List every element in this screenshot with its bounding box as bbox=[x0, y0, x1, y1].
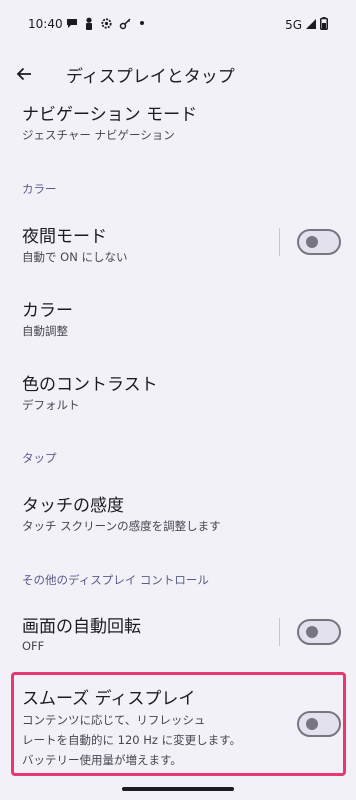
section-header-tap: タップ bbox=[22, 451, 57, 465]
setting-night-mode[interactable]: 夜間モード 自動で ON にしない bbox=[0, 212, 356, 276]
page-title: ディスプレイとタップ bbox=[66, 67, 235, 87]
person-icon bbox=[84, 17, 94, 30]
setting-subtitle: 自動調整 bbox=[22, 324, 68, 338]
switch-thumb bbox=[306, 236, 318, 248]
setting-title: 夜間モード bbox=[22, 227, 107, 247]
switch-thumb bbox=[306, 718, 318, 730]
status-time: 10:40 bbox=[28, 17, 63, 31]
description-line: コンテンツに応じて、リフレッシュ bbox=[22, 713, 206, 727]
setting-touch-sensitivity[interactable]: タッチの感度 タッチ スクリーンの感度を調整します bbox=[0, 481, 356, 537]
setting-subtitle: OFF bbox=[22, 639, 45, 653]
setting-subtitle: タッチ スクリーンの感度を調整します bbox=[22, 519, 221, 533]
night-mode-switch[interactable] bbox=[297, 229, 341, 255]
dot-icon bbox=[138, 19, 146, 27]
setting-description: コンテンツに応じて、リフレッシュ レートを自動的に 120 Hz に変更します。… bbox=[22, 710, 252, 770]
setting-contrast[interactable]: 色のコントラスト デフォルト bbox=[0, 362, 356, 418]
message-icon bbox=[66, 17, 78, 29]
app-bar: ディスプレイとタップ bbox=[0, 50, 356, 98]
smooth-display-switch[interactable] bbox=[297, 711, 341, 737]
signal-icon bbox=[305, 15, 317, 34]
setting-subtitle: ジェスチャー ナビゲーション bbox=[22, 128, 175, 142]
arrow-back-icon bbox=[16, 67, 31, 81]
status-bar: 10:40 5G bbox=[0, 0, 356, 46]
setting-title: スムーズ ディスプレイ bbox=[22, 689, 196, 709]
auto-rotate-switch[interactable] bbox=[297, 619, 341, 645]
description-line: レートを自動的に 120 Hz に変更します。 bbox=[22, 733, 241, 747]
setting-navigation-mode[interactable]: ナビゲーション モード ジェスチャー ナビゲーション bbox=[0, 98, 356, 150]
setting-title: 画面の自動回転 bbox=[22, 617, 141, 637]
setting-title: カラー bbox=[22, 301, 73, 321]
divider bbox=[279, 618, 280, 646]
setting-auto-rotate[interactable]: 画面の自動回転 OFF bbox=[0, 602, 356, 662]
section-header-color: カラー bbox=[22, 182, 57, 196]
setting-title: 色のコントラスト bbox=[22, 375, 158, 395]
status-system-icons: 5G bbox=[285, 15, 328, 34]
battery-icon bbox=[320, 15, 328, 34]
setting-subtitle: デフォルト bbox=[22, 398, 80, 412]
setting-subtitle: 自動で ON にしない bbox=[22, 250, 128, 264]
setting-title: ナビゲーション モード bbox=[22, 105, 198, 125]
section-header-other-display-controls: その他のディスプレイ コントロール bbox=[22, 573, 209, 587]
description-line: バッテリー使用量が増えます。 bbox=[22, 753, 182, 767]
gesture-navigation-handle[interactable] bbox=[122, 787, 234, 791]
switch-thumb bbox=[306, 626, 318, 638]
setting-title: タッチの感度 bbox=[22, 496, 124, 516]
back-button[interactable] bbox=[12, 62, 36, 86]
status-notification-icons bbox=[66, 14, 146, 32]
setting-colors[interactable]: カラー 自動調整 bbox=[0, 288, 356, 344]
network-type: 5G bbox=[285, 17, 302, 32]
key-icon bbox=[119, 17, 132, 30]
divider bbox=[279, 228, 280, 256]
settings-icon bbox=[100, 17, 113, 30]
